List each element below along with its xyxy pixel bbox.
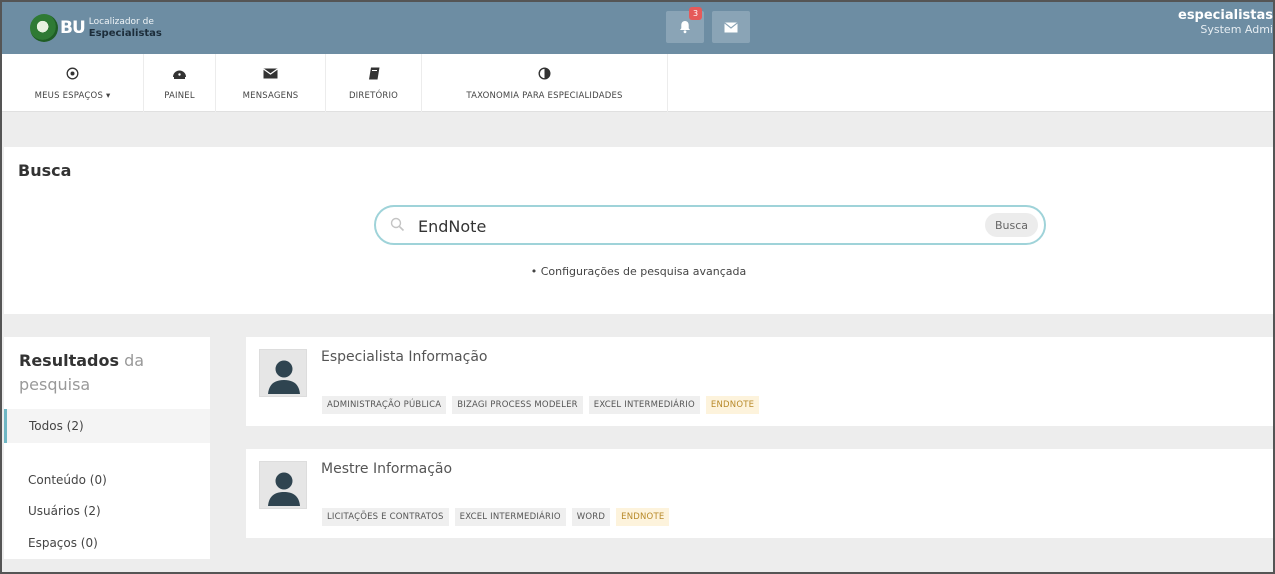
tag[interactable]: BIZAGI PROCESS MODELER	[452, 396, 583, 414]
book-icon	[368, 65, 380, 81]
tag-highlighted[interactable]: ENDNOTE	[705, 396, 760, 414]
logo-bu: BU	[60, 18, 86, 38]
filter-usuarios[interactable]: Usuários (2)	[28, 504, 101, 518]
tag-highlighted[interactable]: ENDNOTE	[616, 508, 670, 526]
notifications-button[interactable]: 3	[666, 7, 704, 43]
dashboard-icon	[172, 65, 187, 81]
tag-list: ADMINISTRAÇÃO PÚBLICA BIZAGI PROCESS MOD…	[322, 396, 760, 414]
nav-label: MEUS ESPAÇOS ▾	[34, 91, 111, 101]
avatar[interactable]	[259, 461, 307, 509]
nav-painel[interactable]: PAINEL	[144, 54, 216, 112]
search-bar: Busca	[374, 205, 1046, 245]
search-title: Busca	[18, 161, 72, 180]
tag[interactable]: EXCEL INTERMEDIÁRIO	[588, 396, 700, 414]
filter-conteudo[interactable]: Conteúdo (0)	[28, 473, 107, 487]
app-logo[interactable]: BU Localizador de Especialistas	[30, 11, 162, 45]
nav-label: DIRETÓRIO	[348, 91, 399, 101]
globe-logo-icon	[30, 14, 58, 42]
logo-line-2: Especialistas	[88, 28, 162, 39]
half-circle-icon	[538, 65, 551, 81]
filter-todos[interactable]: Todos (2)	[4, 409, 210, 443]
tag[interactable]: ADMINISTRAÇÃO PÚBLICA	[322, 396, 447, 414]
tag[interactable]: EXCEL INTERMEDIÁRIO	[454, 508, 566, 526]
advanced-search-link[interactable]: • Configurações de pesquisa avançada	[4, 265, 1273, 278]
nav-label: TAXONOMIA PARA ESPECIALIDADES	[466, 91, 623, 101]
result-card: Mestre Informação LICITAÇÕES E CONTRATOS…	[246, 449, 1273, 538]
results-title: Resultados da pesquisa	[19, 349, 209, 397]
bell-icon	[680, 21, 690, 34]
result-name[interactable]: Mestre Informação	[321, 461, 452, 477]
main-nav: MEUS ESPAÇOS ▾ PAINEL MENSAGENS DIRETÓRI…	[2, 54, 1273, 112]
nav-meus-espacos[interactable]: MEUS ESPAÇOS ▾	[2, 54, 144, 112]
search-icon	[390, 217, 405, 236]
envelope-icon	[263, 65, 278, 81]
logo-text: Localizador de Especialistas	[89, 16, 162, 40]
results-filter-panel: Resultados da pesquisa Todos (2) Conteúd…	[4, 337, 210, 559]
nav-label: MENSAGENS	[242, 91, 299, 101]
search-input[interactable]	[418, 214, 958, 238]
search-button[interactable]: Busca	[984, 213, 1038, 237]
nav-taxonomia[interactable]: TAXONOMIA PARA ESPECIALIDADES	[422, 54, 668, 112]
tag-list: LICITAÇÕES E CONTRATOS EXCEL INTERMEDIÁR…	[322, 508, 670, 526]
nav-mensagens[interactable]: MENSAGENS	[216, 54, 326, 112]
tag[interactable]: WORD	[571, 508, 611, 526]
search-panel: Busca Busca • Configurações de pesquisa …	[4, 147, 1273, 314]
app-window: BU Localizador de Especialistas 3 especi…	[0, 0, 1275, 574]
filter-espacos[interactable]: Espaços (0)	[28, 536, 98, 550]
results-title-bold: Resultados	[19, 351, 119, 370]
nav-diretorio[interactable]: DIRETÓRIO	[326, 54, 422, 112]
user-menu[interactable]: especialistas System Admi	[1178, 8, 1273, 36]
result-card: Especialista Informação ADMINISTRAÇÃO PÚ…	[246, 337, 1273, 426]
messages-button[interactable]	[712, 11, 750, 43]
top-bar: BU Localizador de Especialistas 3 especi…	[2, 2, 1273, 54]
notification-badge: 3	[689, 7, 702, 20]
envelope-icon	[724, 21, 738, 32]
target-circle-icon	[66, 65, 79, 81]
nav-label: PAINEL	[164, 91, 195, 101]
user-role: System Admi	[1200, 23, 1273, 36]
avatar[interactable]	[259, 349, 307, 397]
user-silhouette-icon	[268, 360, 300, 394]
logo-line-1: Localizador de	[88, 17, 154, 27]
user-name: especialistas	[1178, 8, 1273, 23]
result-name[interactable]: Especialista Informação	[321, 349, 487, 365]
user-silhouette-icon	[268, 472, 300, 506]
tag[interactable]: LICITAÇÕES E CONTRATOS	[322, 508, 449, 526]
